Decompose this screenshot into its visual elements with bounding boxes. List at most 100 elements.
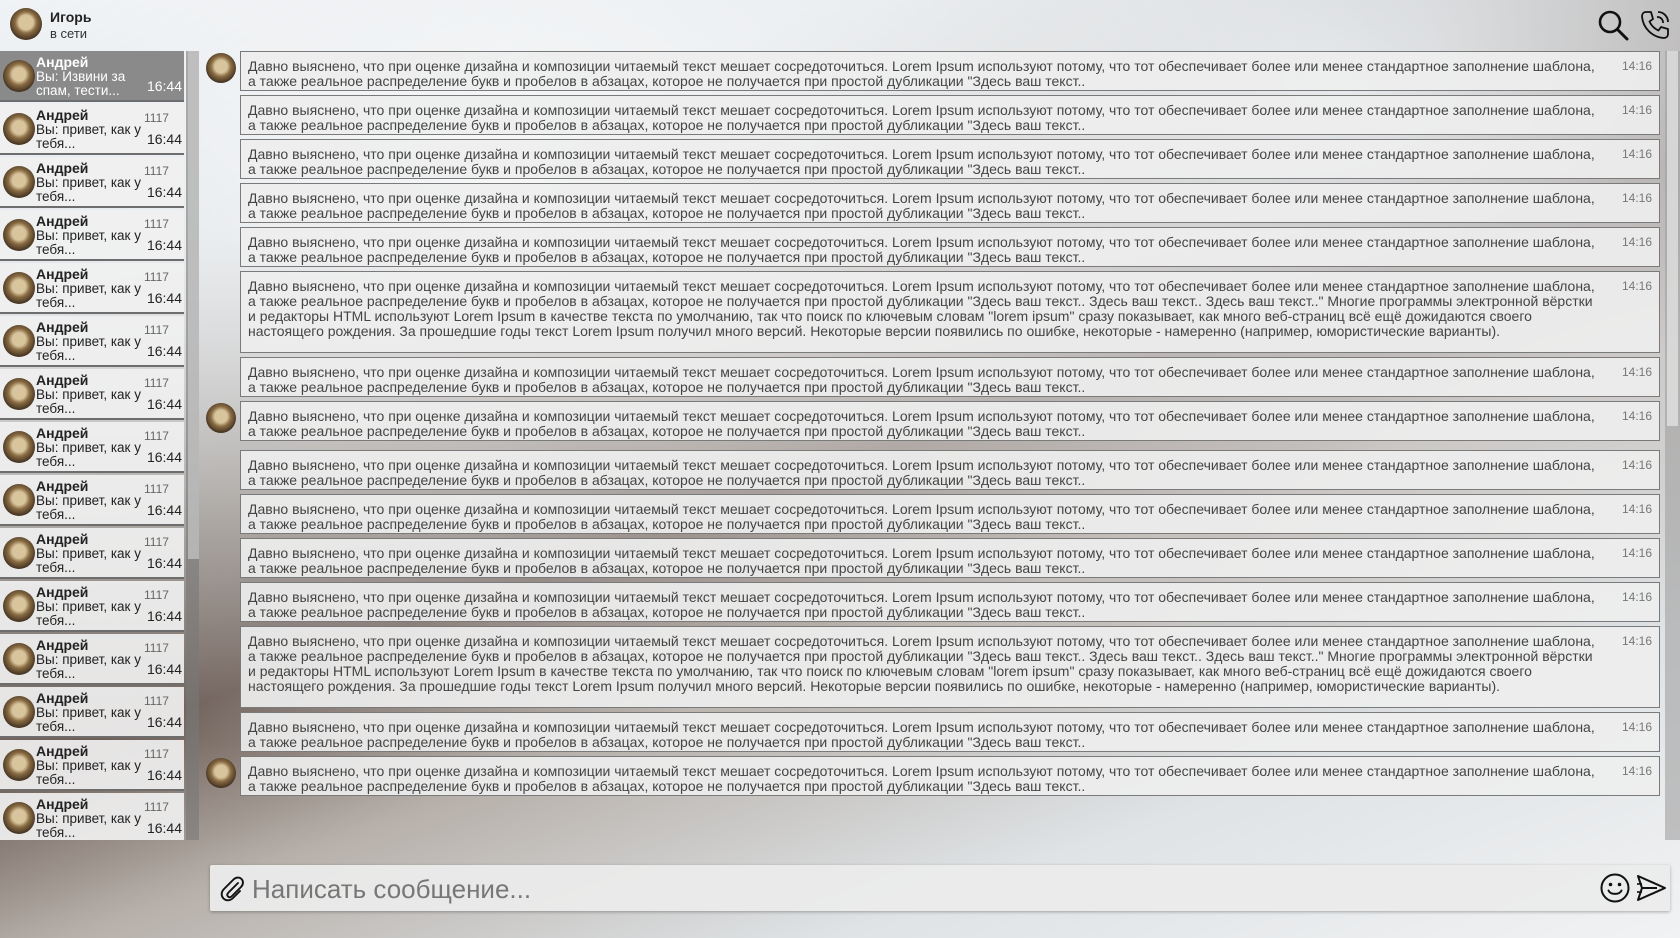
sender-avatar[interactable] [206,403,236,433]
message-list-scroll-thumb[interactable] [1667,51,1678,426]
message-bubble[interactable]: Давно выяснено, что при оценке дизайна и… [240,626,1660,708]
last-message-time: 16:44 [146,555,182,571]
contact-name: Андрей [36,531,89,547]
message-bubble[interactable]: Давно выяснено, что при оценке дизайна и… [240,183,1660,223]
last-message-time: 16:44 [146,237,182,253]
user-name: Игорь [50,9,92,25]
contact-name: Андрей [36,743,89,759]
contact-avatar [3,537,35,569]
message-count: 1117 [144,270,169,284]
chat-list-item[interactable]: Андрей Вы: привет, как у тебя... 1117 16:44 [0,687,184,738]
last-message-preview: Вы: привет, как у тебя... [36,335,141,363]
chat-list-item[interactable]: Андрей Вы: привет, как у тебя... 1117 16:44 [0,422,184,473]
message-bubble[interactable]: Давно выяснено, что при оценке дизайна и… [240,401,1660,441]
contact-name: Андрей [36,160,89,176]
message-bubble[interactable]: Давно выяснено, что при оценке дизайна и… [240,756,1660,796]
message-time: 14:16 [1621,59,1652,73]
message-time: 14:16 [1621,279,1652,293]
contact-name: Андрей [36,266,89,282]
message-input[interactable] [250,869,1554,909]
contact-name: Андрей [36,796,89,812]
last-message-preview: Вы: Извини за спам, тести... [36,70,126,98]
message-time: 14:16 [1621,103,1652,117]
contact-avatar [3,643,35,675]
message-bubble[interactable]: Давно выяснено, что при оценке дизайна и… [240,712,1660,752]
message-text: Давно выяснено, что при оценке дизайна и… [248,278,1595,339]
chat-list-scroll-thumb[interactable] [188,51,199,559]
contact-name: Андрей [36,637,89,653]
message-text: Давно выяснено, что при оценке дизайна и… [248,408,1595,439]
chat-list-item[interactable]: Андрей Вы: привет, как у тебя... 1117 16:44 [0,475,184,526]
chat-list-item[interactable]: Андрей Вы: Извини за спам, тести... 16:44 [0,51,184,102]
sender-avatar[interactable] [206,758,236,788]
last-message-preview: Вы: привет, как у тебя... [36,547,141,575]
message-text: Давно выяснено, что при оценке дизайна и… [248,763,1595,794]
message-bubble[interactable]: Давно выяснено, что при оценке дизайна и… [240,51,1660,91]
message-time: 14:16 [1621,502,1652,516]
message-text: Давно выяснено, что при оценке дизайна и… [248,589,1595,620]
message-bubble[interactable]: Давно выяснено, что при оценке дизайна и… [240,95,1660,135]
message-bubble[interactable]: Давно выяснено, что при оценке дизайна и… [240,357,1660,397]
message-bubble[interactable]: Давно выяснено, что при оценке дизайна и… [240,538,1660,578]
last-message-time: 16:44 [146,449,182,465]
paperclip-icon[interactable] [218,874,246,902]
message-list: Давно выяснено, что при оценке дизайна и… [200,51,1665,840]
message-count: 1117 [144,217,169,231]
chat-list-item[interactable]: Андрей Вы: привет, как у тебя... 1117 16:44 [0,263,184,314]
contact-avatar [3,219,35,251]
chat-list-item[interactable]: Андрей Вы: привет, как у тебя... 1117 16:44 [0,740,184,791]
chat-list-item[interactable]: Андрей Вы: привет, как у тебя... 1117 16:44 [0,316,184,367]
message-count: 1117 [144,588,169,602]
message-text: Давно выяснено, что при оценке дизайна и… [248,364,1595,395]
message-text: Давно выяснено, что при оценке дизайна и… [248,102,1595,133]
header-bar: Игорь в сети [0,0,1680,50]
last-message-preview: Вы: привет, как у тебя... [36,229,141,257]
message-text: Давно выяснено, что при оценке дизайна и… [248,234,1595,265]
message-time: 14:16 [1621,590,1652,604]
chat-list-item[interactable]: Андрей Вы: привет, как у тебя... 1117 16:44 [0,369,184,420]
last-message-time: 16:44 [146,78,182,94]
message-count: 1117 [144,535,169,549]
last-message-preview: Вы: привет, как у тебя... [36,176,141,204]
chat-list[interactable]: Андрей Вы: Извини за спам, тести... 16:44 А… [0,51,186,840]
chat-list-item[interactable]: Андрей Вы: привет, как у тебя... 1117 16:44 [0,528,184,579]
search-icon[interactable] [1596,8,1630,42]
chat-list-item[interactable]: Андрей Вы: привет, как у тебя... 1117 16:44 [0,210,184,261]
smile-icon[interactable] [1599,872,1631,904]
contact-avatar [3,325,35,357]
chat-list-item[interactable]: Андрей Вы: привет, как у тебя... 1117 16:44 [0,634,184,685]
phone-call-icon[interactable] [1638,8,1672,42]
contact-avatar [3,484,35,516]
last-message-time: 16:44 [146,608,182,624]
message-time: 14:16 [1621,191,1652,205]
message-time: 14:16 [1621,365,1652,379]
contact-name: Андрей [36,584,89,600]
message-time: 14:16 [1621,458,1652,472]
last-message-preview: Вы: привет, как у тебя... [36,812,141,840]
message-count: 1117 [144,747,169,761]
message-count: 1117 [144,800,169,814]
contact-avatar [3,166,35,198]
message-bubble[interactable]: Давно выяснено, что при оценке дизайна и… [240,271,1660,353]
user-avatar[interactable] [10,8,42,40]
last-message-preview: Вы: привет, как у тебя... [36,759,141,787]
contact-avatar [3,272,35,304]
last-message-time: 16:44 [146,714,182,730]
chat-list-item[interactable]: Андрей Вы: привет, как у тебя... 1117 16:44 [0,104,184,155]
message-bubble[interactable]: Давно выяснено, что при оценке дизайна и… [240,494,1660,534]
contact-avatar [3,378,35,410]
contact-avatar [3,590,35,622]
message-bubble[interactable]: Давно выяснено, что при оценке дизайна и… [240,227,1660,267]
sender-avatar[interactable] [206,53,236,83]
message-time: 14:16 [1621,546,1652,560]
chat-list-item[interactable]: Андрей Вы: привет, как у тебя... 1117 16:44 [0,157,184,208]
contact-avatar [3,60,35,92]
message-bubble[interactable]: Давно выяснено, что при оценке дизайна и… [240,582,1660,622]
chat-list-item[interactable]: Андрей Вы: привет, как у тебя... 1117 16:44 [0,793,184,840]
message-bubble[interactable]: Давно выяснено, что при оценке дизайна и… [240,450,1660,490]
chat-list-item[interactable]: Андрей Вы: привет, как у тебя... 1117 16:44 [0,581,184,632]
message-bubble[interactable]: Давно выяснено, что при оценке дизайна и… [240,139,1660,179]
contact-name: Андрей [36,478,89,494]
last-message-time: 16:44 [146,661,182,677]
send-icon[interactable] [1635,872,1667,904]
